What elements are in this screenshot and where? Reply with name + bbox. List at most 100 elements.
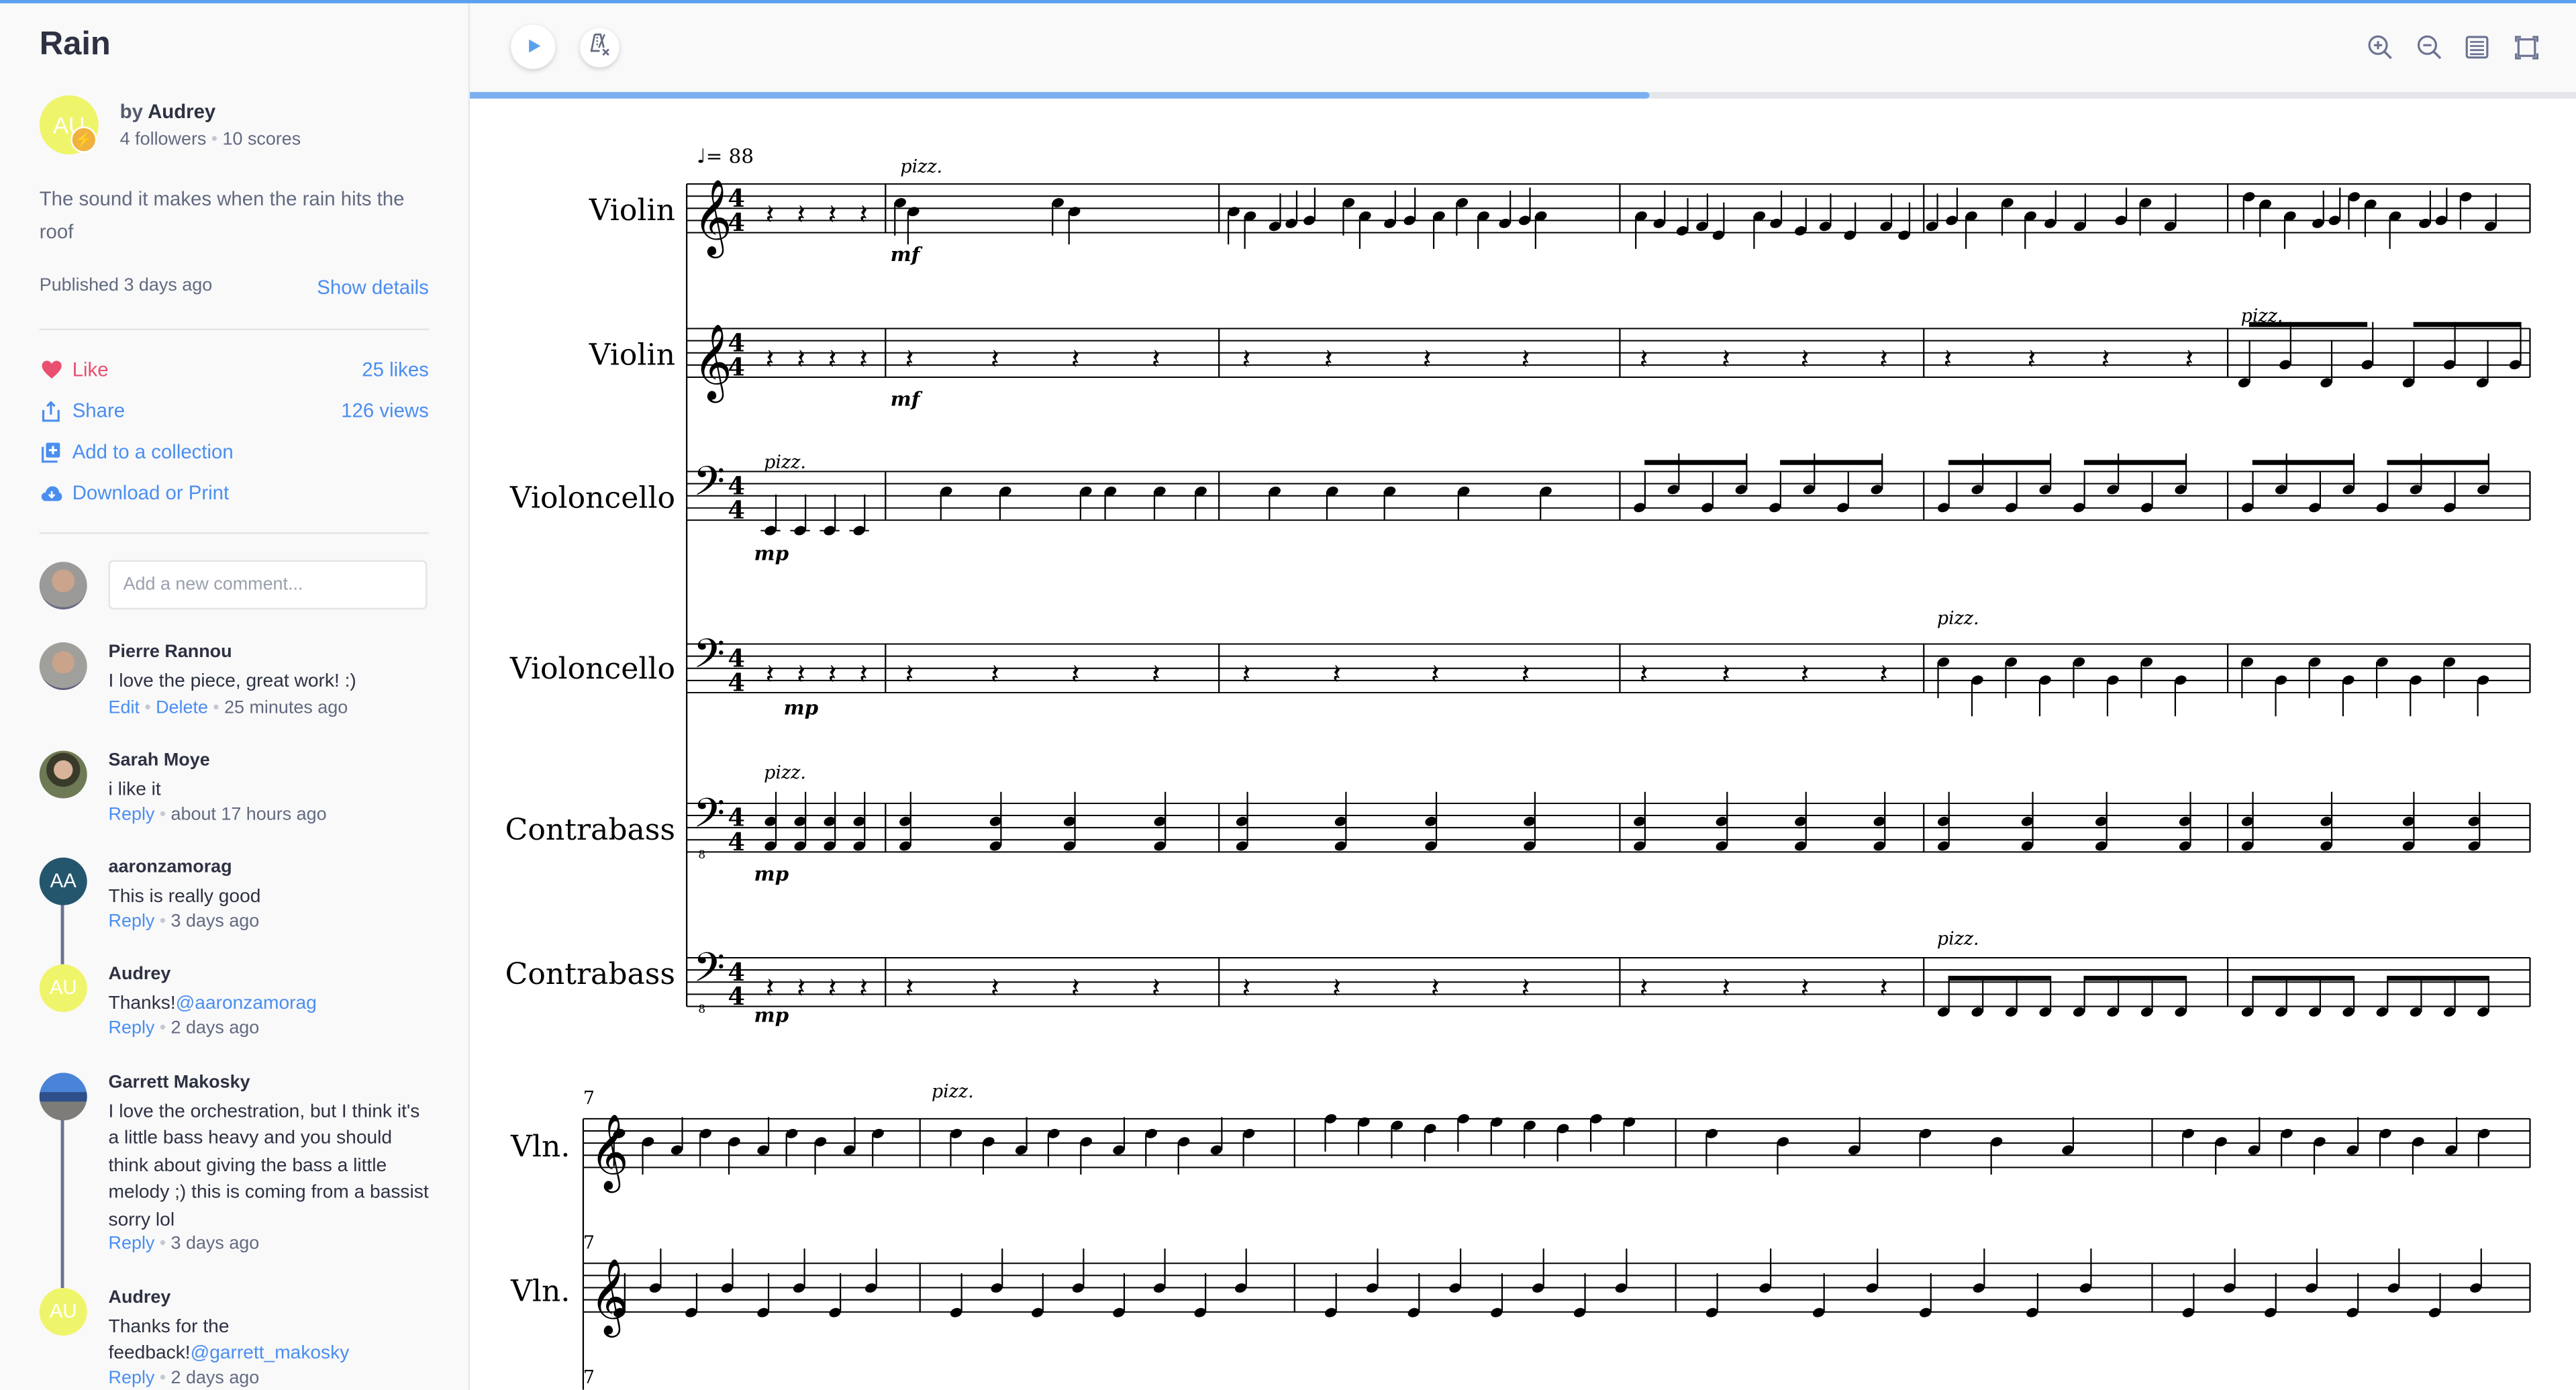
zoom-in-icon [2366,35,2395,69]
playback-progress-bar[interactable] [470,92,2576,99]
quarter-rest: 𝄽 [1879,342,1888,375]
commenter-avatar[interactable] [39,1073,87,1121]
bass-clef: 𝄢 [693,631,725,688]
score-canvas: 𝄞44𝄞44𝄢 44𝄢 44𝄢844𝄢844𝄽 𝄽 𝄽 𝄽𝄽 𝄽 𝄽 𝄽𝄽 𝄽 𝄽 𝄽𝄽 𝄽 𝄽 𝄽𝄽 𝄽 𝄽 𝄽… [582,179,2531,1390]
reply-link[interactable]: Reply [109,1369,155,1388]
thread-connector [60,901,64,964]
mention-link[interactable]: @aaronzamorag [176,994,317,1013]
quarter-rest: 𝄽 [797,971,805,1004]
comment-time: 25 minutes ago [224,698,348,718]
commenter-avatar[interactable] [39,642,87,691]
sheet-music[interactable]: 𝄞 4 4 𝄞 4 4 𝄢 4 4 𝄢 4 4 𝄢 8 4 4 𝄢 8 4 4 𝄽 𝄽 𝄽 𝄽 𝄽 𝄽 𝄽 𝄽 𝄽 𝄽 𝄽 𝄽 𝄽 𝄽 𝄽 𝄽 𝄽 𝄽 𝄽 𝄽… [470,99,2576,1390]
beam [1644,460,1746,465]
comment-meta: Edit • Delete • 25 minutes ago [109,698,348,717]
beam [2252,975,2354,981]
quarter-rest: 𝄽 [766,197,775,230]
commenter-avatar[interactable] [39,750,87,799]
likes-count-link[interactable]: 25 likes [362,358,429,381]
quarter-rest: 𝄽 [1801,342,1810,375]
commenter-name[interactable]: Sarah Moye [109,751,210,771]
time-signature-bottom: 4 [728,668,745,697]
pizzicato-marking: pizz. [1936,607,1979,630]
quarter-rest: 𝄽 [1431,971,1440,1004]
commenter-avatar[interactable]: AU [39,964,87,1012]
dynamic-marking: mf [890,243,920,266]
time-signature-bottom: 4 [728,982,745,1011]
quarter-rest: 𝄽 [1722,971,1730,1004]
by-prefix: by [119,100,143,123]
pro-badge-icon: ⚡ [70,126,97,153]
commenter-name[interactable]: Garrett Makosky [109,1073,250,1092]
pizzicato-marking: pizz. [931,1081,974,1103]
delete-comment-link[interactable]: Delete [156,698,208,717]
reply-link[interactable]: Reply [109,805,155,824]
scores-count: 10 scores [222,130,301,150]
measure-number: 7 [583,1367,595,1389]
like-button[interactable]: Like [40,358,109,381]
quarter-rest: 𝄽 [1071,971,1080,1004]
play-button[interactable] [511,24,556,69]
beam [2252,460,2354,465]
quarter-rest: 𝄽 [2185,342,2193,375]
reply-link[interactable]: Reply [109,911,155,931]
quarter-rest: 𝄽 [1640,342,1648,375]
time-signature-bottom: 4 [728,353,745,382]
comment-meta: Reply • 3 days ago [109,911,260,931]
commenter-name[interactable]: Pierre Rannou [109,642,232,662]
author-name-link[interactable]: Audrey [148,100,215,123]
download-print-button[interactable]: Download or Print [40,481,229,504]
separator-dot: • [159,911,166,932]
instrument-label: Violoncello [509,481,676,516]
score-description: The sound it makes when the rain hits th… [39,187,405,244]
commenter-avatar[interactable]: AA [39,857,87,905]
comment-meta: Reply • 3 days ago [109,1234,260,1253]
zoom-out-button[interactable] [2415,33,2444,62]
current-user-avatar [39,562,87,610]
commenter-name[interactable]: Audrey [109,1288,171,1307]
bass-clef: 𝄢 [693,458,725,515]
commenter-name[interactable]: aaronzamorag [109,858,232,877]
mention-link[interactable]: @garrett_makosky [191,1344,350,1364]
commenter-name[interactable]: Audrey [109,964,171,984]
quarter-rest: 𝄽 [1879,971,1888,1004]
quarter-rest: 𝄽 [1423,342,1432,375]
show-details-link[interactable]: Show details [317,276,429,299]
reply-link[interactable]: Reply [109,1019,155,1038]
separator-dot: • [159,1018,166,1038]
treble-clef: 𝄞 [590,1258,629,1338]
beam [2083,460,2186,465]
instrument-label: Violin [589,338,676,373]
beam [2387,975,2489,981]
score-sidebar: Rain AU ⚡ by Audrey 4 followers • 10 score… [0,0,470,1390]
new-comment-input[interactable] [108,560,428,610]
share-icon [40,399,62,422]
measure-number: 7 [583,1087,595,1109]
beam [2083,975,2186,981]
commenter-avatar[interactable]: AU [39,1287,87,1336]
share-button[interactable]: Share [40,399,125,422]
quarter-rest: 𝄽 [1242,971,1250,1004]
quarter-rest: 𝄽 [991,342,999,375]
tempo-marking: ♩= 88 [697,144,754,167]
dynamic-marking: mp [754,542,789,566]
quarter-rest: 𝄽 [1522,971,1530,1004]
fullscreen-button[interactable] [2512,33,2542,62]
zoom-in-button[interactable] [2366,33,2395,62]
edit-comment-link[interactable]: Edit [109,698,140,717]
quarter-rest: 𝄽 [859,658,868,691]
page-view-button[interactable] [2463,33,2492,62]
followers-count: 4 followers [119,130,207,150]
metronome-toggle-button[interactable] [580,28,620,68]
add-to-collection-button[interactable]: Add to a collection [40,440,234,463]
quarter-rest: 𝄽 [828,971,837,1004]
reply-link[interactable]: Reply [109,1234,155,1253]
quarter-rest: 𝄽 [991,971,999,1004]
zoom-out-icon [2415,35,2444,69]
quarter-rest: 𝄽 [1722,658,1730,691]
dynamic-marking: mp [754,862,789,886]
quarter-rest: 𝄽 [859,342,868,375]
treble-clef: 𝄞 [693,179,732,258]
share-label: Share [72,399,126,423]
score-title: Rain [39,26,111,63]
quarter-rest: 𝄽 [1640,971,1648,1004]
